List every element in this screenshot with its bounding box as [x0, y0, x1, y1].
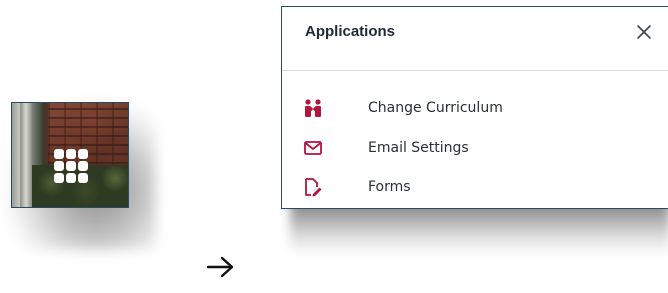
grid-dot: [78, 173, 88, 183]
panel-title: Applications: [305, 23, 396, 40]
menu-item-change-curriculum[interactable]: Change Curriculum: [282, 94, 668, 124]
menu-item-label: Forms: [368, 179, 411, 195]
people-swap-icon: [305, 99, 321, 117]
panel-header: Applications: [282, 7, 668, 71]
menu-item-email-settings[interactable]: Email Settings: [282, 134, 668, 164]
menu-item-label: Change Curriculum: [368, 100, 503, 116]
grid-dot: [66, 161, 76, 171]
form-edit-icon: [305, 178, 322, 197]
arrow-right-icon: [206, 256, 234, 278]
grid-dot: [54, 173, 64, 183]
screenshot-stage: Applications Change Curriculum Email Set…: [0, 0, 668, 293]
grid-dot: [78, 161, 88, 171]
apps-grid-icon[interactable]: [53, 148, 89, 184]
envelope-icon: [304, 141, 322, 155]
menu-item-label: Email Settings: [368, 140, 469, 156]
tile-photo-pole: [20, 103, 32, 207]
applications-panel: Applications Change Curriculum Email Set…: [281, 6, 668, 209]
close-icon[interactable]: [633, 21, 655, 43]
grid-dot: [54, 161, 64, 171]
menu-item-forms[interactable]: Forms: [282, 173, 668, 203]
grid-dot: [66, 173, 76, 183]
grid-dot: [66, 149, 76, 159]
grid-dot: [54, 149, 64, 159]
grid-dot: [78, 149, 88, 159]
